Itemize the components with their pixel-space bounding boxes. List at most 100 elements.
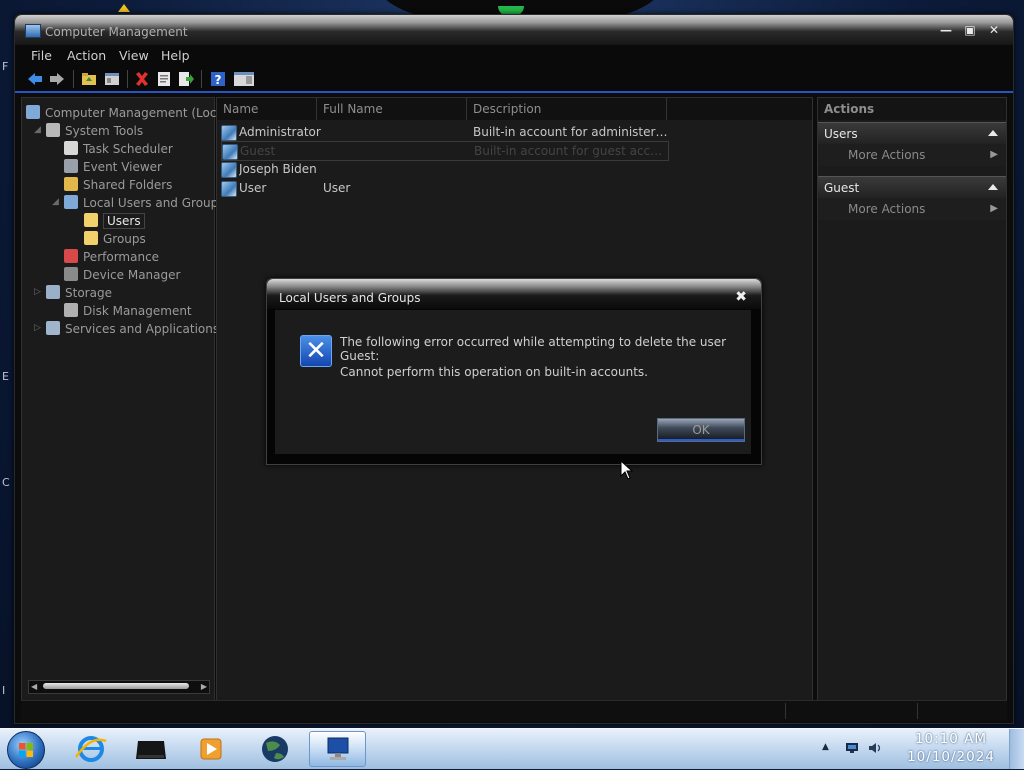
horizontal-scrollbar[interactable]: ◀ ▶ xyxy=(28,680,210,694)
tree-item-storage[interactable]: Storage xyxy=(46,284,112,302)
column-header-empty xyxy=(667,98,812,120)
windows-logo-icon xyxy=(19,743,33,757)
folder-icon xyxy=(84,231,98,245)
toolbar: ? xyxy=(15,67,1013,93)
actions-section-users[interactable]: Users xyxy=(818,122,1006,144)
minimize-button[interactable]: — xyxy=(939,24,953,36)
column-header-name[interactable]: Name xyxy=(217,98,317,120)
menu-view[interactable]: View xyxy=(119,48,149,63)
tree-item-local-users-and-groups[interactable]: Local Users and Groups xyxy=(64,194,225,212)
computer-management-icon xyxy=(327,737,349,760)
device-manager-icon xyxy=(64,267,78,281)
delete-icon[interactable] xyxy=(134,71,150,87)
collapse-icon[interactable] xyxy=(988,130,998,136)
title-bar[interactable]: Computer Management — ▣ ✕ xyxy=(15,15,1013,45)
show-hide-action-pane-icon[interactable] xyxy=(233,71,255,87)
table-row-selected[interactable]: Guest Built-in account for guest access … xyxy=(221,141,669,161)
system-clock[interactable]: 10:10 AM 10/10/2024 xyxy=(890,730,1012,766)
tree-item-label: Disk Management xyxy=(83,304,192,318)
tree-item-system-tools[interactable]: System Tools xyxy=(46,122,143,140)
chevron-right-icon: ▶ xyxy=(990,149,998,160)
tree-expander-icon[interactable]: ◢ xyxy=(52,197,59,207)
performance-icon xyxy=(64,249,78,263)
status-divider xyxy=(785,703,786,719)
dialog-title: Local Users and Groups xyxy=(279,291,421,305)
tree-item-groups[interactable]: Groups xyxy=(84,230,146,248)
menu-action[interactable]: Action xyxy=(67,48,106,63)
forward-arrow-icon[interactable] xyxy=(49,71,65,87)
svg-text:?: ? xyxy=(215,73,222,87)
tree-expander-icon[interactable]: ◢ xyxy=(34,125,41,135)
menu-help[interactable]: Help xyxy=(161,48,190,63)
dialog-close-button[interactable]: ✖ xyxy=(735,290,747,304)
menu-file[interactable]: File xyxy=(31,48,52,63)
tree-item-computer-management-local[interactable]: Computer Management (Local xyxy=(26,104,227,122)
column-header-description[interactable]: Description xyxy=(467,98,667,120)
start-button[interactable] xyxy=(7,731,45,769)
close-button[interactable]: ✕ xyxy=(987,24,1001,36)
properties-icon[interactable] xyxy=(156,71,172,87)
tree-item-label: Local Users and Groups xyxy=(83,196,225,210)
tree-item-event-viewer[interactable]: Event Viewer xyxy=(64,158,162,176)
tree-item-label: Shared Folders xyxy=(83,178,173,192)
taskbar-internet-explorer[interactable] xyxy=(64,731,118,767)
shared-folder-icon xyxy=(64,177,78,191)
tree-item-label: Task Scheduler xyxy=(83,142,173,156)
user-description: Built-in account for guest access ... xyxy=(474,144,664,158)
media-device-icon xyxy=(136,741,166,759)
ok-button[interactable]: OK xyxy=(657,418,745,442)
back-arrow-icon[interactable] xyxy=(27,71,43,87)
tree-expander-icon[interactable]: ▷ xyxy=(34,323,41,333)
volume-icon[interactable] xyxy=(868,742,882,754)
user-name: Guest xyxy=(240,144,276,158)
tree-item-performance[interactable]: Performance xyxy=(64,248,159,266)
maximize-button[interactable]: ▣ xyxy=(963,24,977,36)
tree-item-services-and-applications[interactable]: Services and Applications xyxy=(46,320,219,338)
table-row[interactable]: Administrator Built-in account for admin… xyxy=(221,123,668,141)
network-icon[interactable] xyxy=(845,742,859,754)
tree-item-disk-management[interactable]: Disk Management xyxy=(64,302,192,320)
tree-item-label: Event Viewer xyxy=(83,160,162,174)
user-name: Joseph Biden xyxy=(239,162,317,176)
scrollbar-thumb[interactable] xyxy=(43,683,189,689)
tree-item-shared-folders[interactable]: Shared Folders xyxy=(64,176,172,194)
show-hidden-icons-icon[interactable]: ▲ xyxy=(822,742,829,752)
user-full-name: User xyxy=(323,181,351,195)
user-icon xyxy=(221,125,237,141)
taskbar-media-player[interactable] xyxy=(184,731,238,767)
table-row[interactable]: Joseph Biden xyxy=(221,160,667,178)
user-icon xyxy=(222,144,238,160)
scroll-left-icon[interactable]: ◀ xyxy=(31,681,37,693)
taskbar-media-device[interactable] xyxy=(124,731,178,767)
tree-item-users[interactable]: Users xyxy=(84,212,145,230)
storage-icon xyxy=(46,285,60,299)
actions-section-guest[interactable]: Guest xyxy=(818,176,1006,198)
users-icon xyxy=(64,195,78,209)
show-desktop-button[interactable] xyxy=(1009,729,1024,769)
scroll-right-icon[interactable]: ▶ xyxy=(201,681,207,693)
column-header-full-name[interactable]: Full Name xyxy=(317,98,467,120)
tree-expander-icon[interactable]: ▷ xyxy=(34,287,41,297)
up-folder-icon[interactable] xyxy=(81,71,97,87)
tree-item-label: Computer Management (Local xyxy=(45,106,228,120)
more-actions-users[interactable]: More Actions ▶ xyxy=(818,144,1006,166)
table-row[interactable]: User User xyxy=(221,179,667,197)
show-hide-console-tree-icon[interactable] xyxy=(104,71,120,87)
user-description: Built-in account for administerin... xyxy=(473,125,668,139)
taskbar-globe[interactable] xyxy=(248,731,302,767)
desktop-arrow-icon xyxy=(118,4,130,12)
tree-item-label: System Tools xyxy=(65,124,144,138)
collapse-icon[interactable] xyxy=(988,184,998,190)
error-message: The following error occurred while attem… xyxy=(340,335,727,363)
internet-explorer-icon xyxy=(74,736,107,762)
more-actions-guest[interactable]: More Actions ▶ xyxy=(818,198,1006,220)
export-list-icon[interactable] xyxy=(178,71,194,87)
tree-item-device-manager[interactable]: Device Manager xyxy=(64,266,180,284)
desktop-edge-text: E xyxy=(2,370,9,383)
taskbar-computer-management[interactable] xyxy=(309,731,366,767)
help-icon[interactable]: ? xyxy=(210,71,226,87)
taskbar: ▲ 10:10 AM 10/10/2024 xyxy=(0,728,1024,769)
tree-item-label: Users xyxy=(103,213,145,229)
tree-item-label: Device Manager xyxy=(83,268,181,282)
tree-item-task-scheduler[interactable]: Task Scheduler xyxy=(64,140,173,158)
